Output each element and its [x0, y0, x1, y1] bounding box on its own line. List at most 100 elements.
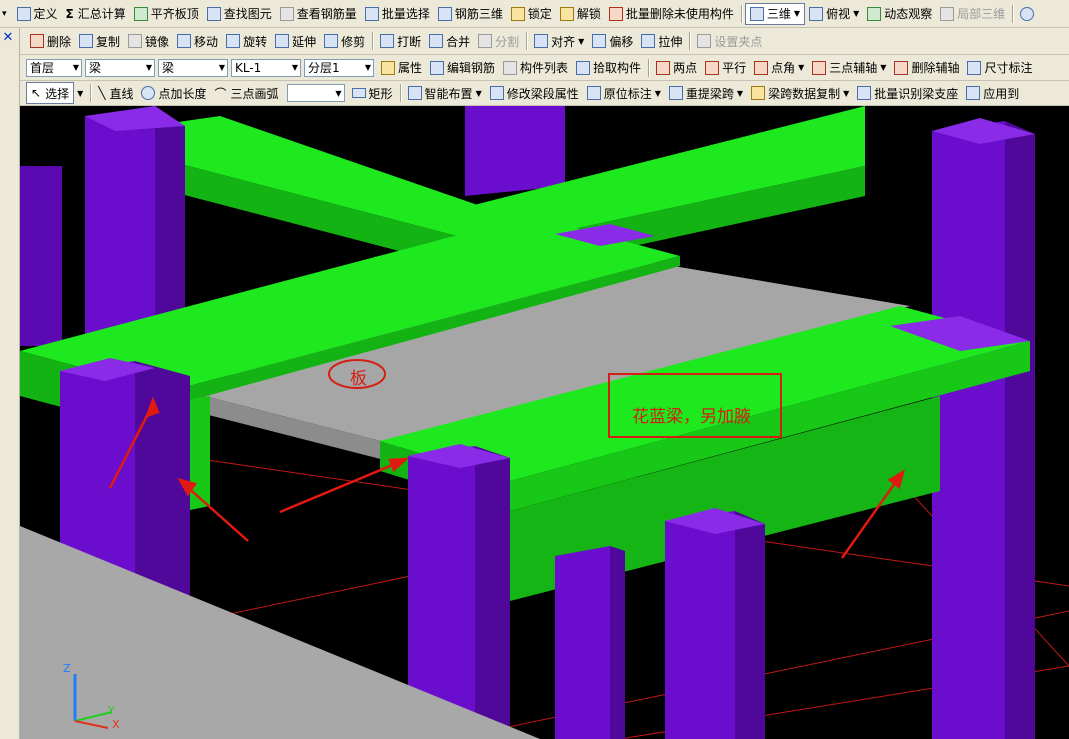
rebar-3d-icon: [437, 6, 452, 21]
chevron-down-icon: ▼: [736, 88, 744, 98]
arc-icon: ⌒: [214, 86, 227, 101]
split-icon: [478, 34, 493, 48]
arc-button[interactable]: ⌒ 三点画弧: [211, 83, 283, 103]
close-icon[interactable]: ✕: [0, 30, 16, 46]
edit-rebar-button[interactable]: 编辑钢筋: [426, 58, 499, 78]
smart-layout-dropdown[interactable]: 智能布置 ▼: [404, 83, 486, 103]
column: [85, 116, 155, 336]
define-button[interactable]: 定义: [13, 4, 62, 24]
column: [465, 106, 565, 196]
copy-icon: [79, 34, 94, 48]
batch-select-button[interactable]: 批量选择: [361, 4, 434, 24]
view-rebar-icon: [279, 6, 294, 21]
properties-icon: [381, 60, 395, 75]
mirror-button[interactable]: 镜像: [124, 31, 173, 51]
pick-component-icon: [576, 60, 591, 75]
rotate-button[interactable]: 旋转: [222, 31, 271, 51]
floor-select[interactable]: 首层 ▼: [26, 58, 82, 77]
split-button[interactable]: 分割: [474, 31, 523, 51]
component-list-button[interactable]: 构件列表: [499, 58, 572, 78]
in-situ-label-dropdown[interactable]: 原位标注 ▼: [583, 83, 665, 103]
column: [475, 446, 510, 739]
batch-delete-icon: [608, 6, 623, 21]
toolbar-grip: ▾: [2, 8, 7, 19]
orbit-button[interactable]: 动态观察: [863, 4, 936, 24]
separator: [740, 4, 742, 23]
merge-button[interactable]: 合并: [425, 31, 474, 51]
align-dropdown[interactable]: 对齐 ▼: [530, 31, 588, 51]
grip-icon: [697, 34, 712, 48]
find-element-button[interactable]: 查找图元: [203, 4, 276, 24]
point-angle-icon: [754, 60, 769, 75]
rebar-3d-button[interactable]: 钢筋三维: [434, 4, 507, 24]
dimension-button[interactable]: 尺寸标注: [963, 58, 1036, 78]
apply-to-icon: [966, 86, 981, 100]
two-point-button[interactable]: 两点: [652, 58, 701, 78]
smart-layout-icon: [407, 86, 422, 100]
view-rebar-button[interactable]: 查看钢筋量: [276, 4, 361, 24]
move-button[interactable]: 移动: [173, 31, 222, 51]
column: [555, 546, 610, 739]
delete-button[interactable]: 删除: [26, 31, 75, 51]
slab-annotation: 板: [350, 369, 367, 389]
chevron-down-icon: ▼: [475, 88, 482, 98]
lock-button[interactable]: 锁定: [507, 4, 556, 24]
properties-button[interactable]: 属性: [377, 58, 426, 78]
separator: [399, 84, 401, 102]
zoom-button[interactable]: [1016, 4, 1041, 24]
batch-beam-support-button[interactable]: 批量识别梁支座: [853, 83, 962, 103]
local-3d-button[interactable]: 局部三维: [936, 4, 1009, 24]
parallel-icon: [705, 60, 720, 75]
draw-toolbar: ↖ 选择 ▼ ╲ 直线 点加长度 ⌒ 三点画弧 ▼ 矩形 智能布置 ▼ 修改梁段属性 原…: [20, 81, 1069, 106]
point-angle-dropdown[interactable]: 点角 ▼: [750, 58, 808, 78]
separator: [372, 32, 374, 50]
cursor-icon: ↖: [31, 86, 42, 100]
extend-button[interactable]: 延伸: [271, 31, 320, 51]
z-axis-label: Z: [63, 662, 71, 675]
category-select[interactable]: 梁 ▼: [85, 58, 155, 77]
break-button[interactable]: 打断: [376, 31, 425, 51]
cube-3d-icon: [749, 6, 764, 21]
column: [932, 121, 1005, 739]
modify-beam-segment-button[interactable]: 修改梁段属性: [486, 83, 583, 103]
stretch-button[interactable]: 拉伸: [637, 31, 686, 51]
arc-mode-select[interactable]: ▼: [286, 84, 345, 102]
chevron-down-icon: ▼: [880, 63, 887, 72]
chevron-down-icon: ▼: [291, 63, 298, 72]
type-select[interactable]: 梁 ▼: [158, 58, 228, 77]
chevron-down-icon: ▼: [798, 63, 805, 72]
chevron-down-icon: ▼: [218, 63, 225, 72]
y-axis-label: Y: [108, 704, 115, 717]
re-extract-span-dropdown[interactable]: 重提梁跨 ▼: [665, 83, 747, 103]
offset-button[interactable]: 偏移: [588, 31, 637, 51]
rectangle-button[interactable]: 矩形: [348, 83, 397, 103]
three-point-axis-dropdown[interactable]: 三点辅轴 ▼: [808, 58, 890, 78]
delete-axis-button[interactable]: 删除辅轴: [890, 58, 963, 78]
apply-to-button[interactable]: 应用到: [962, 83, 1023, 103]
beam-segment-icon: [489, 86, 504, 100]
component-select[interactable]: KL-1 ▼: [231, 58, 301, 77]
set-grip-button[interactable]: 设置夹点: [693, 31, 766, 51]
align-slab-top-button[interactable]: 平齐板顶: [130, 4, 203, 24]
span-data-copy-dropdown[interactable]: 梁跨数据复制 ▼: [747, 83, 853, 103]
layer-select[interactable]: 分层1 ▼: [304, 58, 374, 77]
line-button[interactable]: ╲ 直线: [94, 83, 137, 103]
batch-delete-unused-button[interactable]: 批量删除未使用构件: [605, 4, 738, 24]
unlock-button[interactable]: 解锁: [556, 4, 605, 24]
chevron-down-icon[interactable]: ▼: [77, 89, 83, 98]
x-axis-label: X: [112, 718, 120, 731]
select-button[interactable]: ↖ 选择: [26, 82, 75, 104]
trim-button[interactable]: 修剪: [320, 31, 369, 51]
copy-button[interactable]: 复制: [75, 31, 124, 51]
view-3d-dropdown[interactable]: 三维 ▼: [744, 2, 806, 25]
span-copy-icon: [751, 86, 766, 100]
chevron-down-icon: ▼: [843, 88, 850, 98]
point-length-icon: [141, 86, 156, 100]
3d-viewport[interactable]: 板 花蓝梁，另加腋 Z Y X: [20, 106, 1069, 739]
point-length-button[interactable]: 点加长度: [137, 83, 210, 103]
parallel-button[interactable]: 平行: [701, 58, 750, 78]
binoculars-icon: [206, 6, 221, 21]
pick-component-button[interactable]: 拾取构件: [572, 58, 645, 78]
top-view-dropdown[interactable]: 俯视 ▼: [805, 4, 863, 24]
summary-calc-button[interactable]: Σ 汇总计算: [62, 4, 130, 24]
